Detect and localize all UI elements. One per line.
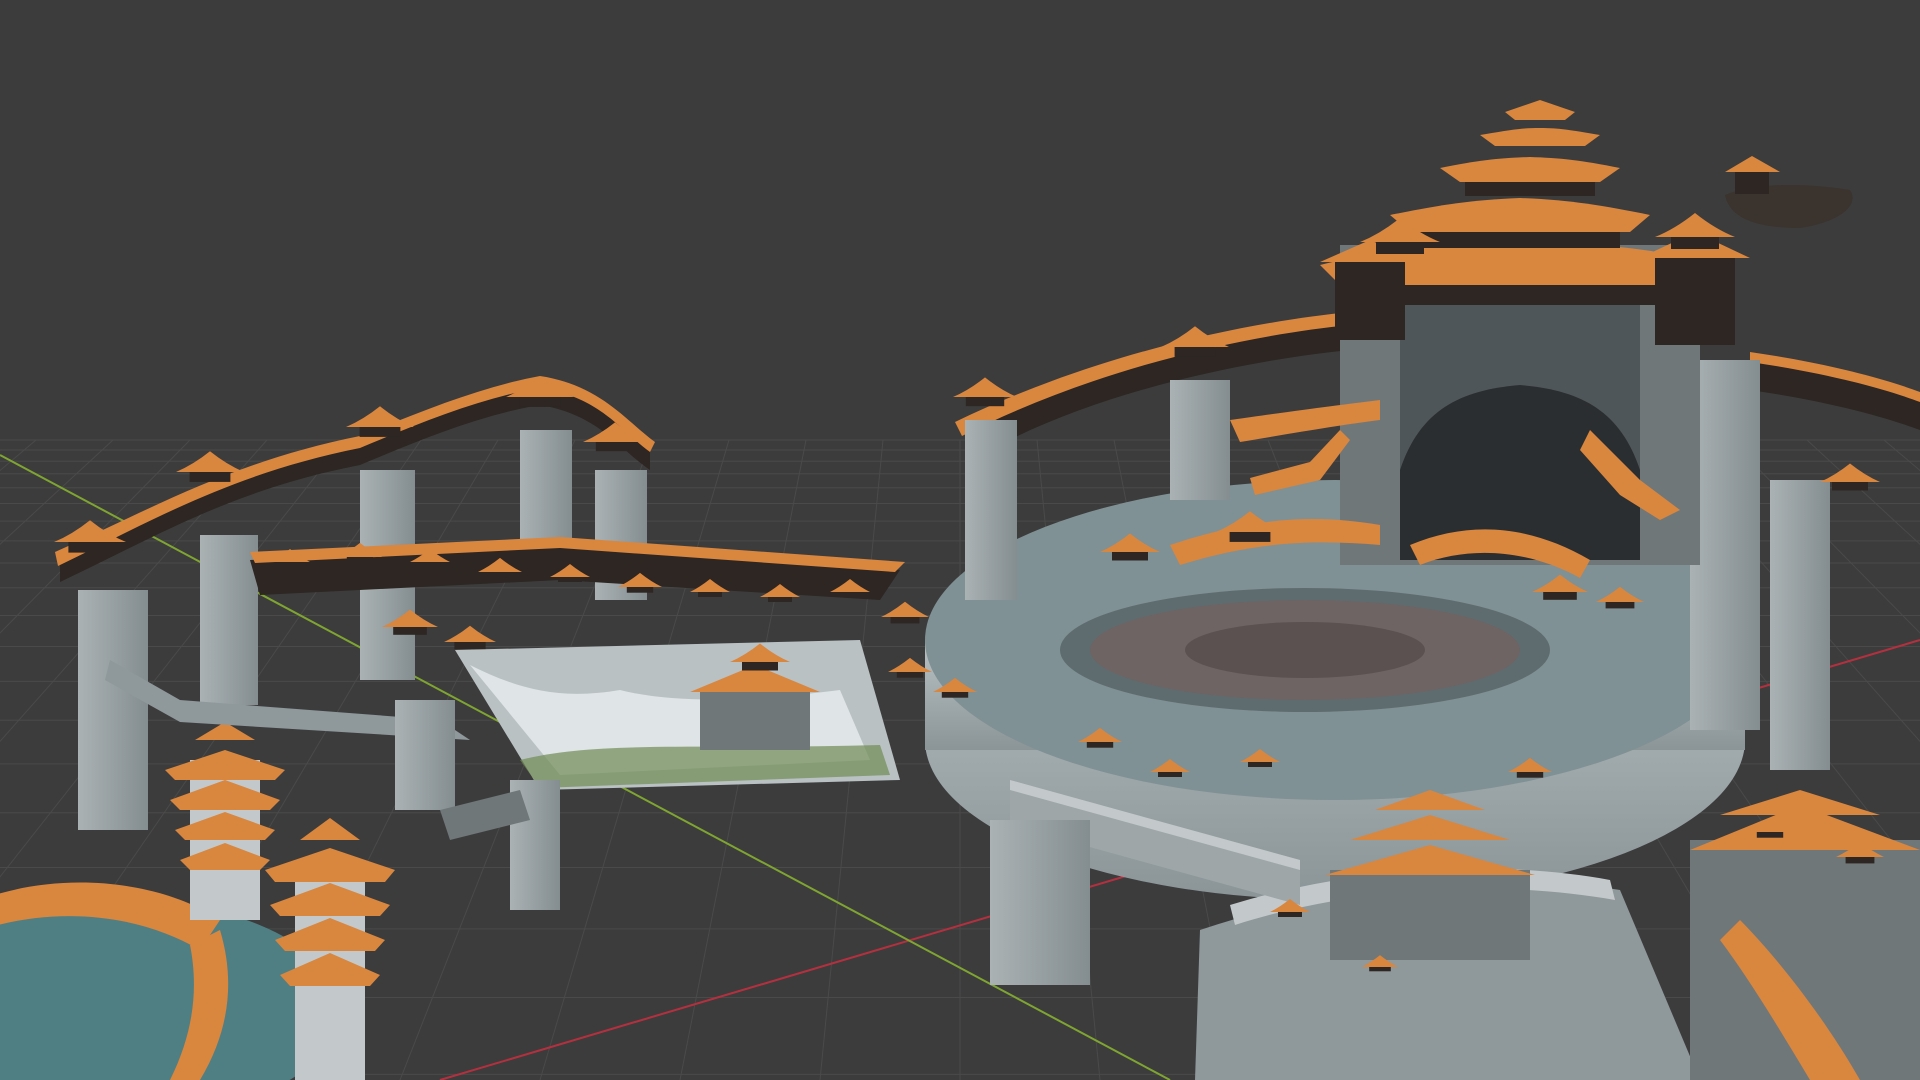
- pavilion-roof: [881, 601, 929, 617]
- pavilion-roof: [953, 377, 1017, 397]
- viewport-canvas[interactable]: [0, 0, 1920, 1080]
- pavilion-roof: [1820, 463, 1880, 482]
- pavilion-body: [1671, 235, 1719, 249]
- pavilion-roof: [1655, 213, 1735, 237]
- pavilion-roof: [346, 406, 414, 427]
- lower-right-complex[interactable]: [990, 780, 1920, 1080]
- pavilion-roof: [444, 625, 496, 642]
- lower-left-pagodas[interactable]: [0, 722, 395, 1080]
- floating-rock-pavilion[interactable]: [1725, 156, 1853, 228]
- 3d-viewport[interactable]: [0, 0, 1920, 1080]
- pavilion-body: [1376, 240, 1424, 254]
